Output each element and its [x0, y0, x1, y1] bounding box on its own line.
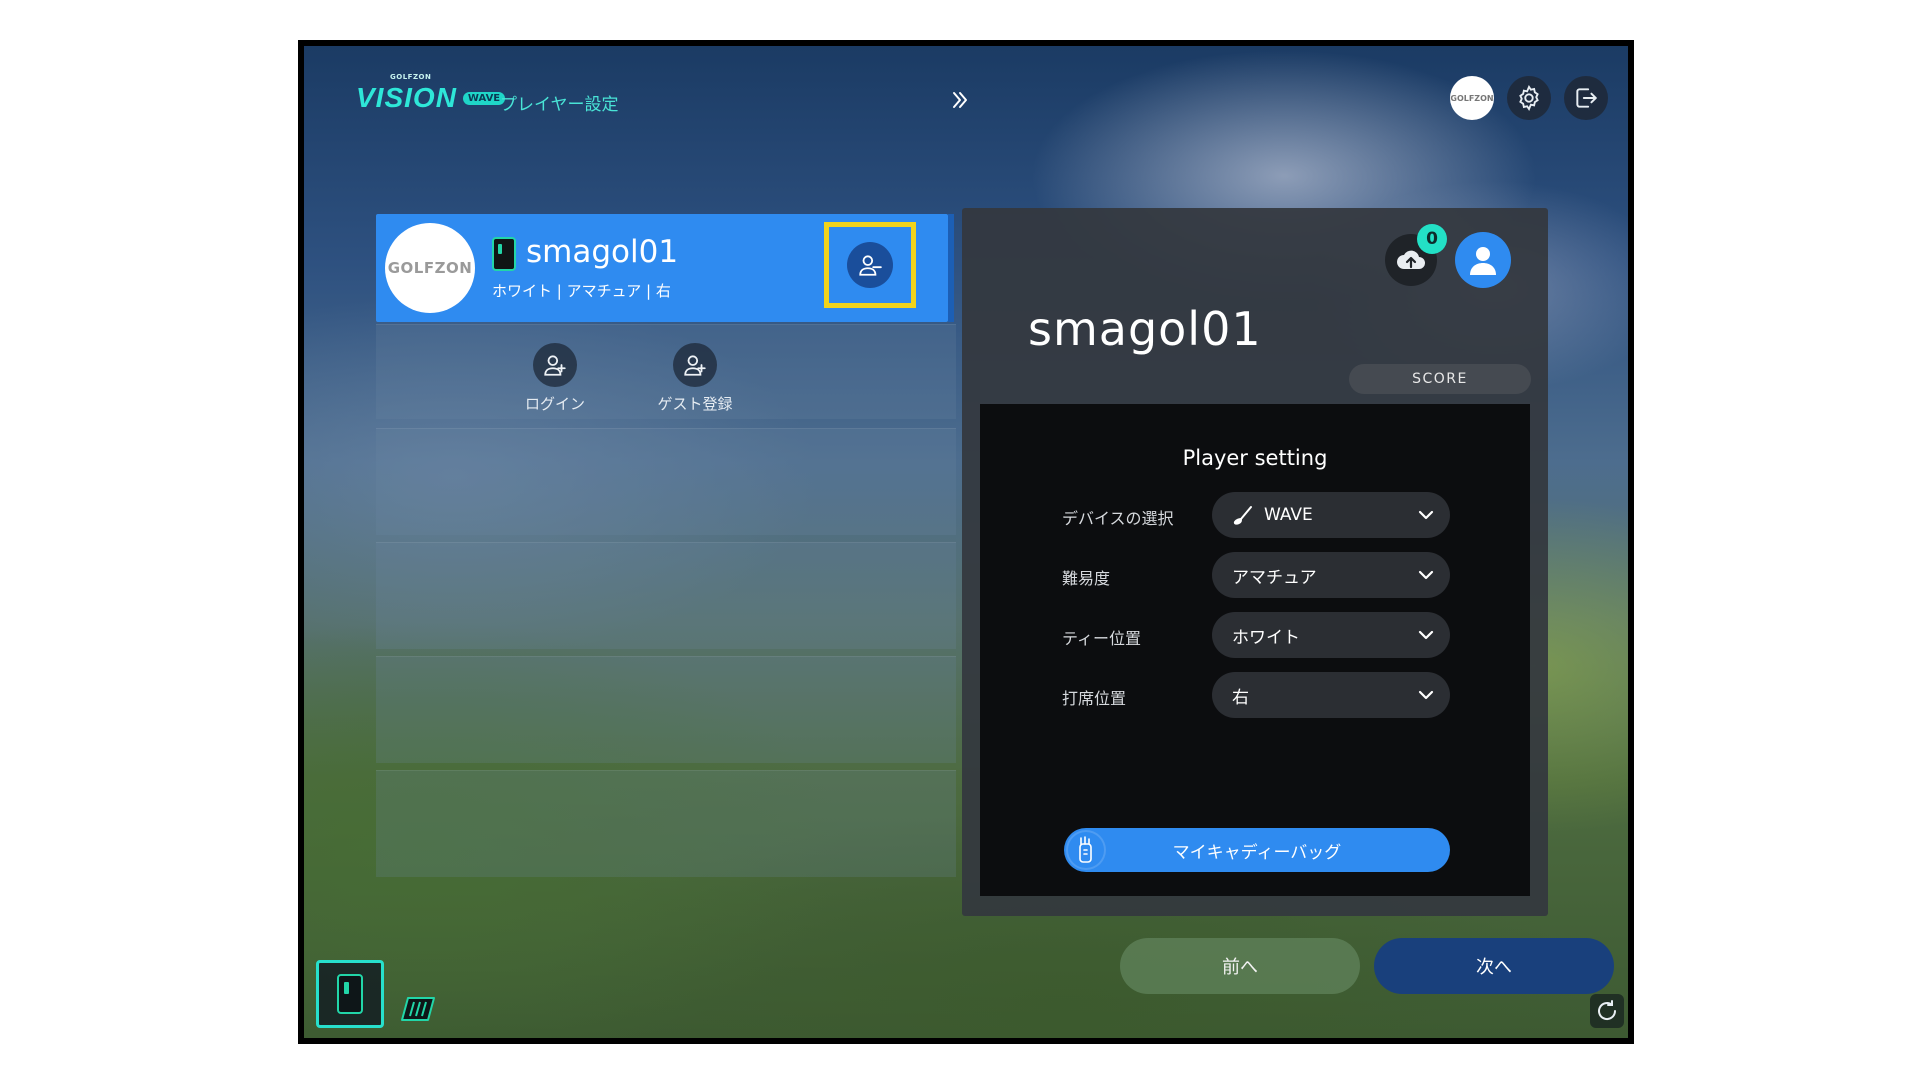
logo-top-text: GOLFZON [390, 73, 432, 81]
golf-bag-icon [1066, 830, 1106, 870]
next-button[interactable]: 次へ [1374, 938, 1614, 994]
swing-mat-icon [401, 997, 435, 1021]
device-value: WAVE [1264, 505, 1313, 525]
tee-position-value: ホワイト [1232, 627, 1300, 648]
stance-position-value: 右 [1232, 687, 1249, 708]
device-wave-status[interactable] [316, 960, 384, 1028]
prev-button[interactable]: 前へ [1120, 938, 1360, 994]
logo-wave-badge: WAVE [462, 91, 506, 105]
chevron-down-icon [1418, 690, 1434, 700]
player-slot-5[interactable] [376, 656, 956, 763]
tee-position-select[interactable]: ホワイト [1212, 612, 1450, 658]
my-caddie-bag-label: マイキャディーバッグ [1172, 842, 1342, 863]
player-card-selected[interactable]: GOLFZON smagol01 ホワイト | アマチュア | 右 [376, 214, 954, 322]
app-frame: GOLFZON VISION WAVE プレイヤー設定 GOLFZON GOLF… [298, 40, 1634, 1044]
settings-title: Player setting [1182, 446, 1328, 470]
tee-position-label: ティー位置 [1062, 629, 1142, 648]
guest-register-label: ゲスト登録 [657, 395, 733, 413]
device-row: デバイスの選択 WAVE [1062, 492, 1462, 538]
guest-register-action[interactable]: ゲスト登録 [640, 343, 750, 414]
logout-button[interactable] [1564, 76, 1608, 120]
refresh-button[interactable] [1590, 994, 1624, 1028]
user-icon [1470, 247, 1496, 275]
user-profile-button[interactable] [1455, 232, 1511, 288]
upload-count-badge: 0 [1417, 224, 1447, 254]
remove-player-button[interactable] [847, 242, 893, 288]
settings-button[interactable] [1507, 76, 1551, 120]
wave-device-icon [337, 974, 363, 1014]
player-name: smagol01 [526, 234, 679, 270]
user-plus-icon [544, 355, 566, 376]
refresh-icon [1598, 1000, 1617, 1020]
my-caddie-bag-button[interactable]: マイキャディーバッグ [1064, 828, 1450, 872]
chevron-down-icon [1418, 510, 1434, 520]
expand-chevron-button[interactable] [948, 82, 972, 118]
stance-position-select[interactable]: 右 [1212, 672, 1450, 718]
player-slot-6[interactable] [376, 770, 956, 877]
remove-player-highlight [824, 222, 916, 308]
chevron-down-icon [1418, 570, 1434, 580]
stance-position-label: 打席位置 [1062, 689, 1127, 708]
player-avatar: GOLFZON [385, 223, 475, 313]
device-select[interactable]: WAVE [1212, 492, 1450, 538]
logo-vision-text: VISION [356, 82, 457, 113]
stance-position-row: 打席位置 右 [1062, 672, 1462, 718]
device-wave-icon [492, 237, 516, 271]
gear-icon [1519, 84, 1539, 112]
golf-club-icon [1232, 504, 1254, 526]
panel-player-name: smagol01 [1028, 302, 1262, 356]
user-plus-icon [684, 355, 706, 376]
difficulty-row: 難易度 アマチュア [1062, 552, 1462, 598]
background-scene: GOLFZON VISION WAVE プレイヤー設定 GOLFZON GOLF… [304, 46, 1628, 1038]
mat-device-status[interactable] [394, 992, 438, 1026]
guest-register-button[interactable] [673, 343, 717, 387]
golfzon-brand-button[interactable]: GOLFZON [1450, 76, 1494, 120]
user-minus-icon [859, 255, 882, 276]
player-details: ホワイト | アマチュア | 右 [492, 282, 671, 300]
double-chevron-right-icon [953, 92, 967, 108]
difficulty-value: アマチュア [1232, 567, 1317, 588]
logout-icon [1576, 88, 1597, 108]
player-detail-panel: 0 smagol01 SCORE Player setting デバイスの選択 [962, 208, 1548, 916]
score-tab[interactable]: SCORE [1349, 364, 1531, 394]
chevron-down-icon [1418, 630, 1434, 640]
difficulty-select[interactable]: アマチュア [1212, 552, 1450, 598]
player-slot-4[interactable] [376, 542, 956, 649]
page-title: プレイヤー設定 [500, 95, 619, 115]
player-slot-2[interactable]: ログイン ゲスト登録 [376, 324, 956, 419]
player-settings-box: Player setting デバイスの選択 WAVE 難易度 アマチュア ティ… [980, 404, 1530, 896]
cloud-upload-icon [1397, 250, 1425, 269]
difficulty-label: 難易度 [1062, 569, 1111, 588]
golfzon-brand-text: GOLFZON [1450, 93, 1494, 103]
vision-logo: GOLFZON VISION WAVE [356, 73, 506, 114]
login-label: ログイン [524, 395, 585, 413]
player-avatar-text: GOLFZON [387, 259, 473, 277]
login-action[interactable]: ログイン [500, 343, 610, 414]
login-button[interactable] [533, 343, 577, 387]
device-label: デバイスの選択 [1062, 509, 1174, 528]
player-slot-3[interactable] [376, 428, 956, 535]
tee-position-row: ティー位置 ホワイト [1062, 612, 1462, 658]
